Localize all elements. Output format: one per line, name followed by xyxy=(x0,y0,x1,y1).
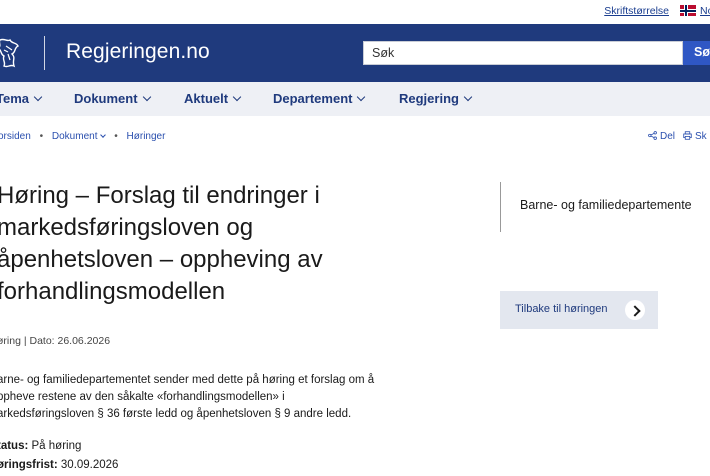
deadline-label: øringsfrist: xyxy=(0,459,58,471)
nav-item-label: Aktuelt xyxy=(184,91,229,106)
print-button[interactable]: Sk xyxy=(683,131,707,142)
back-to-hearing-button[interactable]: Tilbake til høringen xyxy=(500,291,658,329)
share-button[interactable]: Del xyxy=(648,131,675,142)
search-button[interactable]: Sø xyxy=(683,41,710,65)
page-title: Høring – Forslag til endringer i markeds… xyxy=(0,180,477,308)
share-label: Del xyxy=(660,131,676,142)
title-line: Høring – Forslag til endringer i xyxy=(0,182,320,209)
status-row: tatus: På høring xyxy=(0,440,81,452)
nav-item-tema[interactable]: Tema xyxy=(0,91,43,106)
breadcrumb-label: Dokument xyxy=(51,131,98,142)
lead-line: arne- og familiedepartementet sender med… xyxy=(0,374,375,386)
font-size-link[interactable]: Skriftstørrelse xyxy=(604,5,669,17)
search-input[interactable]: Søk xyxy=(363,41,683,65)
lead-paragraph: arne- og familiedepartementet sender med… xyxy=(0,372,407,423)
breadcrumb-separator: • xyxy=(39,131,44,142)
nav-item-dokument[interactable]: Dokument xyxy=(74,91,151,106)
title-line: åpenhetsloven – oppheving av xyxy=(0,246,323,273)
chevron-down-icon xyxy=(357,92,366,102)
share-icon xyxy=(648,131,657,140)
breadcrumb-dokument[interactable]: Dokument xyxy=(51,131,107,142)
nav-item-label: Departement xyxy=(273,91,353,106)
aside-divider xyxy=(500,182,501,232)
lead-line: arkedsføringsloven § 36 første ledd og å… xyxy=(0,408,352,420)
title-line: markedsføringsloven og xyxy=(0,214,254,241)
site-title[interactable]: Regjeringen.no xyxy=(66,40,210,64)
nav-item-label: Regjering xyxy=(399,91,459,106)
deadline-value: 30.09.2026 xyxy=(57,459,119,471)
utility-bar: Skriftstørrelse No xyxy=(0,0,710,24)
header-divider xyxy=(44,36,45,70)
breadcrumb-separator: • xyxy=(114,131,118,142)
print-label: Sk xyxy=(695,131,707,142)
breadcrumb: orsiden • Dokument • Høringer xyxy=(0,131,165,142)
document-meta: øring | Dato: 26.06.2026 xyxy=(0,335,111,347)
language-link[interactable]: No xyxy=(700,5,710,17)
nav-item-aktuelt[interactable]: Aktuelt xyxy=(184,91,242,106)
nav-item-regjering[interactable]: Regjering xyxy=(399,91,473,106)
nav-item-label: Tema xyxy=(0,91,29,106)
title-line: forhandlingsmodellen xyxy=(0,278,226,305)
site-header: Regjeringen.no Søk Sø xyxy=(0,24,710,82)
coat-of-arms-icon[interactable] xyxy=(0,36,24,70)
status-value: På høring xyxy=(28,440,82,452)
norway-flag-icon xyxy=(680,5,696,16)
arrow-right-icon xyxy=(625,300,645,320)
status-label: tatus: xyxy=(0,440,29,452)
chevron-down-icon xyxy=(142,92,151,102)
lead-line: ppheve restene av den såkalte «forhandli… xyxy=(0,391,285,403)
nav-item-departement[interactable]: Departement xyxy=(273,91,366,106)
chevron-down-icon xyxy=(232,92,242,102)
deadline-row: øringsfrist: 30.09.2026 xyxy=(0,459,118,471)
breadcrumb-horinger[interactable]: Høringer xyxy=(127,131,166,142)
main-nav: Tema Dokument Aktuelt Departement Regjer… xyxy=(0,82,710,116)
department-link[interactable]: Barne- og familiedepartemente xyxy=(520,198,692,212)
chevron-down-icon xyxy=(463,92,473,102)
breadcrumb-home[interactable]: orsiden xyxy=(0,131,31,142)
print-icon xyxy=(683,131,692,140)
back-label: Tilbake til høringen xyxy=(515,303,608,315)
chevron-down-icon xyxy=(33,92,43,102)
chevron-down-icon xyxy=(100,132,107,138)
nav-item-label: Dokument xyxy=(74,91,138,106)
